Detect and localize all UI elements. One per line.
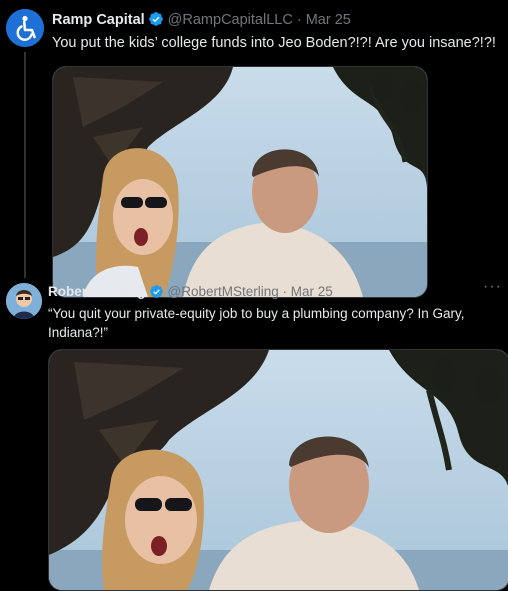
tweet-header: Robert Sterling @RobertMSterling · Mar 25 <box>48 284 333 302</box>
author-name[interactable]: Ramp Capital <box>52 12 145 28</box>
profile-avatar[interactable] <box>6 283 42 319</box>
tweet-header: Ramp Capital @RampCapitalLLC · Mar 25 <box>52 11 351 31</box>
tweet-date[interactable]: Mar 25 <box>291 284 333 299</box>
meta-separator: · <box>282 284 288 299</box>
photo-icon <box>49 350 508 590</box>
tweet-text: “You quit your private-equity job to buy… <box>48 306 465 340</box>
more-options-button[interactable]: ··· <box>483 278 502 296</box>
cartoon-avatar-icon <box>6 283 42 319</box>
tweet-ramp-capital[interactable]: Ramp Capital @RampCapitalLLC · Mar 25 You… <box>0 0 508 298</box>
tweet-robert-sterling[interactable]: Robert Sterling @RobertMSterling · Mar 25… <box>0 278 508 591</box>
tweet-date[interactable]: Mar 25 <box>306 12 351 28</box>
author-handle[interactable]: @RampCapitalLLC <box>168 12 293 28</box>
wheelchair-icon <box>6 9 44 47</box>
tweet-text: You put the kids’ college funds into Jeo… <box>52 35 496 51</box>
profile-avatar[interactable] <box>6 9 44 47</box>
tweet-photo[interactable] <box>48 349 508 591</box>
meta-separator: · <box>296 12 302 28</box>
author-name[interactable]: Robert Sterling <box>48 284 146 299</box>
thread-line <box>24 52 26 278</box>
tweet-photo[interactable] <box>52 66 428 298</box>
verified-badge-icon <box>148 11 164 31</box>
verified-badge-icon <box>149 284 164 302</box>
photo-icon <box>53 67 427 297</box>
author-handle[interactable]: @RobertMSterling <box>168 284 279 299</box>
